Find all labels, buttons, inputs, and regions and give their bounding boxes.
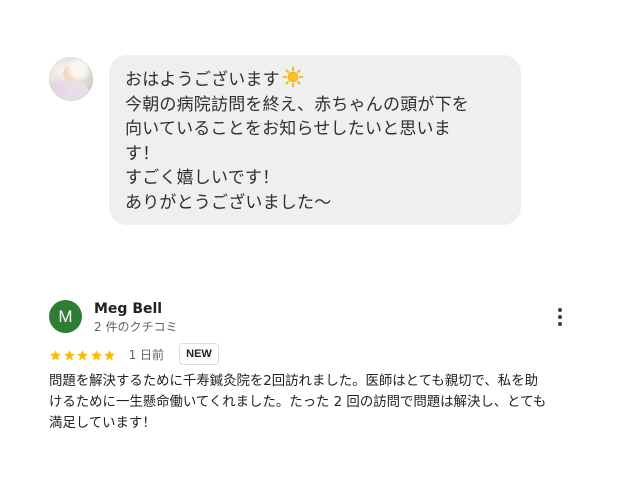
star-icon [50,349,61,360]
message-line: 向いていることをお知らせしたいと思いま [125,119,451,139]
star-icon [90,349,102,360]
star-icon [77,349,88,360]
more-options-icon[interactable] [549,306,571,328]
review-text-line: 問題を解決するために千寿鍼灸院を2回訪れました。医師はとても親切で、私を助 [49,374,538,389]
review-text-line: 満足しています！ [49,416,156,431]
review-text-line: けるために一生懸命働いてくれました。たった 2 回の訪問で問題は解決し、とても [49,395,547,410]
reviewer-avatar[interactable]: M [49,300,82,333]
review-date: 1 日前 [128,347,165,362]
message-line: 今朝の病院訪問を終え、赤ちゃんの頭が下を [125,94,469,115]
rating-row: 1 日前 NEW [49,343,219,365]
chat-message: おはようございます 今朝の病院訪問を終え、赤ちゃんの頭が下を 向いていることをお… [49,55,529,225]
sender-avatar[interactable] [49,57,93,101]
star-icon [63,349,75,360]
sun-icon [282,66,304,88]
message-bubble: おはようございます 今朝の病院訪問を終え、赤ちゃんの頭が下を 向いていることをお… [109,55,521,225]
message-line: すごく嬉しいです！ [125,168,280,188]
message-line: おはようございます [125,66,505,93]
review-text: 問題を解決するために千寿鍼灸院を2回訪れました。医師はとても親切で、私を助 ける… [49,371,579,434]
reviewer-name[interactable]: Meg Bell [94,301,162,317]
star-icon [104,349,115,360]
star-rating [49,345,117,364]
reviewer-review-count: 2 件のクチコミ [94,320,178,334]
message-line: ありがとうございました〜 [125,192,332,213]
new-badge: NEW [179,343,219,365]
message-line: す！ [125,143,160,164]
